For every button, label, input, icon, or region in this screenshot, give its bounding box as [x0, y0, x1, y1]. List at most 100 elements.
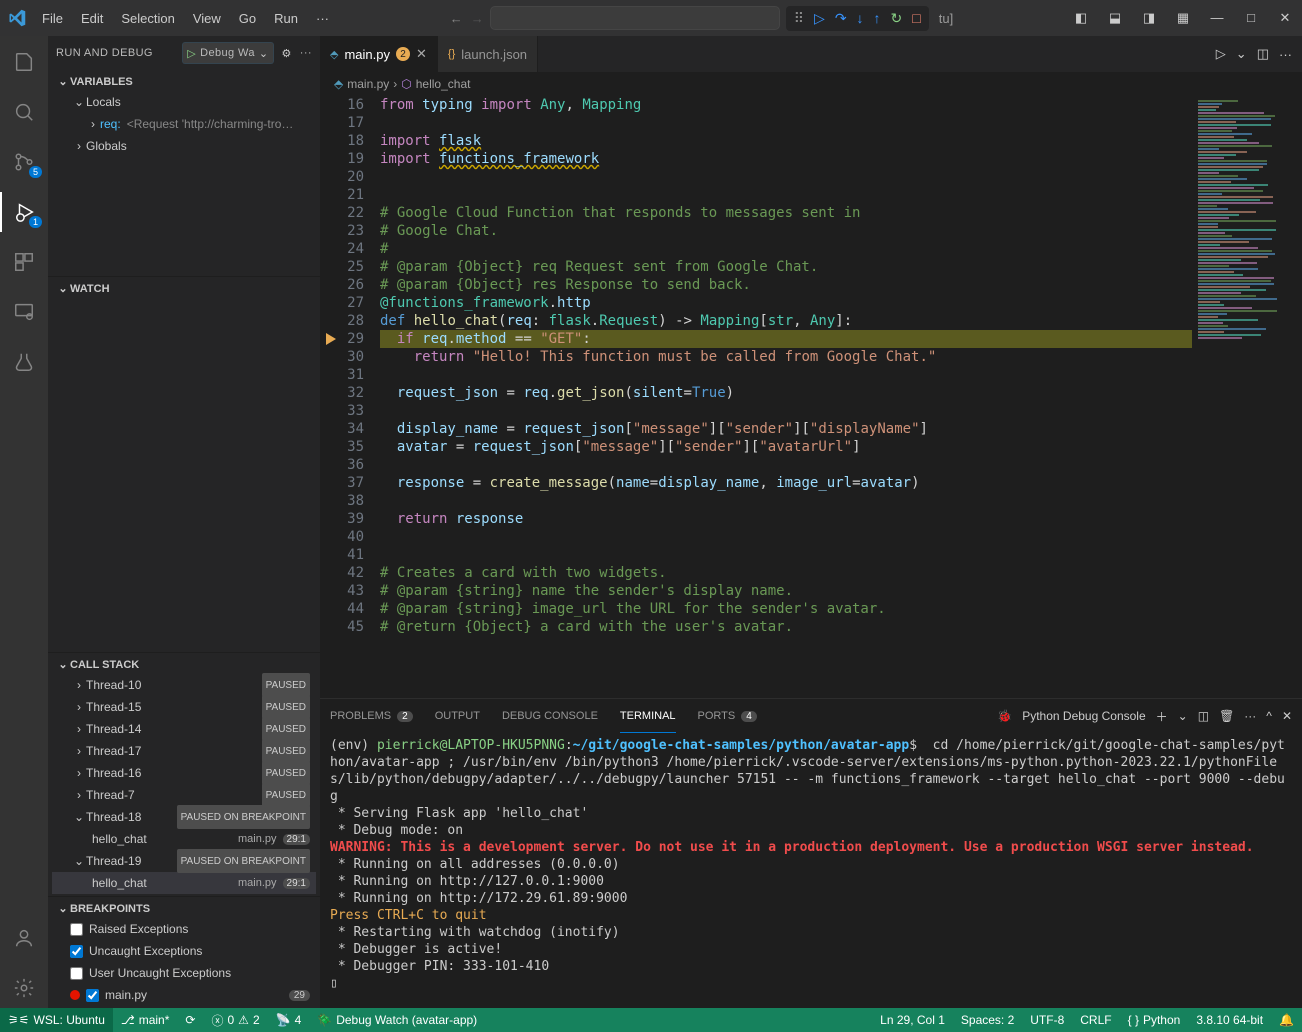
menu-item[interactable]: File [34, 5, 71, 32]
breakpoint-category-row[interactable]: Uncaught Exceptions [52, 940, 316, 962]
eol[interactable]: CRLF [1072, 1008, 1119, 1032]
step-into-icon[interactable]: ↓ [857, 10, 864, 27]
remote-explorer-icon[interactable] [0, 292, 48, 332]
tab-ports[interactable]: PORTS4 [698, 699, 757, 733]
breakpoint-checkbox[interactable] [86, 989, 99, 1002]
command-center[interactable] [490, 6, 780, 30]
start-debug-icon[interactable]: ▷ [187, 47, 196, 60]
trash-icon[interactable]: 🗑 [1219, 709, 1234, 723]
debug-status[interactable]: 🪲Debug Watch (avatar-app) [309, 1008, 485, 1032]
menu-item[interactable]: Go [231, 5, 264, 32]
callstack-thread-row[interactable]: ›Thread-10PAUSED [52, 674, 316, 696]
remote-indicator[interactable]: ⚞⚟WSL: Ubuntu [0, 1008, 113, 1032]
variables-scope-locals[interactable]: ⌄Locals [52, 91, 316, 113]
cursor-position[interactable]: Ln 29, Col 1 [872, 1008, 953, 1032]
encoding[interactable]: UTF-8 [1022, 1008, 1072, 1032]
run-debug-icon[interactable]: 1 [0, 192, 48, 232]
callstack-frame-row[interactable]: hello_chatmain.py29:1 [52, 872, 316, 894]
callstack-thread-row[interactable]: ›Thread-17PAUSED [52, 740, 316, 762]
callstack-thread-row[interactable]: ›Thread-15PAUSED [52, 696, 316, 718]
breakpoints-section-header[interactable]: ⌄Breakpoints [52, 899, 316, 918]
more-icon[interactable]: ··· [1244, 709, 1256, 723]
debug-settings-gear-icon[interactable]: ⚙ [282, 47, 292, 60]
nav-back-icon[interactable]: ← [450, 11, 463, 26]
breadcrumb[interactable]: ⬘ main.py › ⬡ hello_chat [320, 72, 1302, 96]
close-icon[interactable]: ✕ [1268, 10, 1302, 26]
breakpoint-category-row[interactable]: User Uncaught Exceptions [52, 962, 316, 984]
terminal-profile-label[interactable]: Python Debug Console [1022, 709, 1145, 723]
step-out-icon[interactable]: ↑ [874, 10, 881, 27]
code-editor[interactable]: 1617181920212223242526272829303132333435… [320, 96, 1302, 698]
testing-icon[interactable] [0, 342, 48, 382]
editor-tab[interactable]: {}launch.json [438, 36, 538, 72]
breakpoint-checkbox[interactable] [70, 923, 83, 936]
variables-section-header[interactable]: ⌄Variables [52, 72, 316, 91]
chevron-down-icon[interactable]: ⌄ [259, 47, 269, 60]
python-interpreter[interactable]: 3.8.10 64-bit [1188, 1008, 1271, 1032]
menu-item[interactable]: Selection [113, 5, 182, 32]
callstack-frame-row[interactable]: hello_chatmain.py29:1 [52, 828, 316, 850]
language-mode[interactable]: { }Python [1120, 1008, 1189, 1032]
callstack-thread-row[interactable]: ›Thread-7PAUSED [52, 784, 316, 806]
split-terminal-icon[interactable]: ◫ [1198, 709, 1209, 723]
breakpoint-file-row[interactable]: main.py 29 [52, 984, 316, 1006]
layout-panel-left-icon[interactable]: ◧ [1064, 10, 1098, 26]
continue-icon[interactable]: ▷ [814, 10, 825, 27]
menu-overflow-icon[interactable]: ··· [306, 11, 339, 26]
menu-item[interactable]: Edit [73, 5, 111, 32]
callstack-thread-row[interactable]: ›Thread-14PAUSED [52, 718, 316, 740]
stop-icon[interactable]: □ [912, 10, 920, 27]
callstack-thread-row[interactable]: ›Thread-16PAUSED [52, 762, 316, 784]
breakpoint-category-row[interactable]: Raised Exceptions [52, 918, 316, 940]
settings-gear-icon[interactable] [0, 968, 48, 1008]
maximize-panel-icon[interactable]: ^ [1266, 709, 1272, 723]
terminal-content[interactable]: (env) pierrick@LAPTOP-HKU5PNNG:~/git/goo… [320, 733, 1302, 1008]
chevron-down-icon[interactable]: ⌄ [1178, 709, 1188, 723]
drag-handle-icon[interactable]: ⠿ [794, 10, 804, 27]
watch-section-header[interactable]: ⌄Watch [52, 279, 316, 298]
breakpoint-checkbox[interactable] [70, 945, 83, 958]
problems-status[interactable]: ⓧ0⚠2 [203, 1008, 267, 1032]
editor-tab[interactable]: ⬘main.py2✕ [320, 36, 438, 72]
split-editor-icon[interactable]: ◫ [1257, 46, 1269, 62]
callstack-section-header[interactable]: ⌄Call Stack [52, 655, 316, 674]
new-terminal-icon[interactable]: ＋ [1156, 708, 1168, 725]
layout-panel-right-icon[interactable]: ◨ [1132, 10, 1166, 26]
tab-debug-console[interactable]: DEBUG CONSOLE [502, 699, 598, 733]
git-branch[interactable]: ⎇main* [113, 1008, 178, 1032]
callstack-thread-row[interactable]: ⌄Thread-19PAUSED ON BREAKPOINT [52, 850, 316, 872]
close-tab-icon[interactable]: ✕ [416, 46, 427, 62]
tab-terminal[interactable]: TERMINAL [620, 699, 676, 733]
search-icon[interactable] [0, 92, 48, 132]
callstack-thread-row[interactable]: ⌄Thread-18PAUSED ON BREAKPOINT [52, 806, 316, 828]
menu-item[interactable]: Run [266, 5, 306, 32]
step-over-icon[interactable]: ↷ [835, 10, 847, 27]
more-icon[interactable]: ··· [300, 47, 312, 59]
layout-customize-icon[interactable]: ▦ [1166, 10, 1200, 26]
minimap[interactable] [1194, 96, 1290, 356]
maximize-icon[interactable]: □ [1234, 10, 1268, 26]
line-gutter[interactable]: 1617181920212223242526272829303132333435… [320, 96, 380, 698]
restart-icon[interactable]: ↻ [891, 10, 903, 27]
variables-scope-globals[interactable]: ›Globals [52, 135, 316, 157]
tab-output[interactable]: OUTPUT [435, 699, 480, 733]
more-icon[interactable]: ··· [1279, 47, 1292, 62]
tab-problems[interactable]: PROBLEMS2 [330, 699, 413, 733]
explorer-icon[interactable] [0, 42, 48, 82]
menu-item[interactable]: View [185, 5, 229, 32]
chevron-down-icon[interactable]: ⌄ [1236, 46, 1247, 62]
minimize-icon[interactable]: — [1200, 10, 1234, 26]
nav-forward-icon[interactable]: → [471, 11, 484, 26]
extensions-icon[interactable] [0, 242, 48, 282]
run-icon[interactable]: ▷ [1216, 46, 1226, 62]
sync-button[interactable]: ⟳ [177, 1008, 203, 1032]
debug-config-dropdown[interactable]: ▷ Debug Wa ⌄ [182, 42, 273, 64]
source-control-icon[interactable]: 5 [0, 142, 48, 182]
ports-status[interactable]: 📡4 [268, 1008, 310, 1032]
breakpoint-checkbox[interactable] [70, 967, 83, 980]
variable-row[interactable]: ›req:<Request 'http://charming-tro… [52, 113, 316, 135]
layout-panel-bottom-icon[interactable]: ⬓ [1098, 10, 1132, 26]
indentation[interactable]: Spaces: 2 [953, 1008, 1022, 1032]
accounts-icon[interactable] [0, 918, 48, 958]
notifications-icon[interactable]: 🔔 [1271, 1008, 1302, 1032]
